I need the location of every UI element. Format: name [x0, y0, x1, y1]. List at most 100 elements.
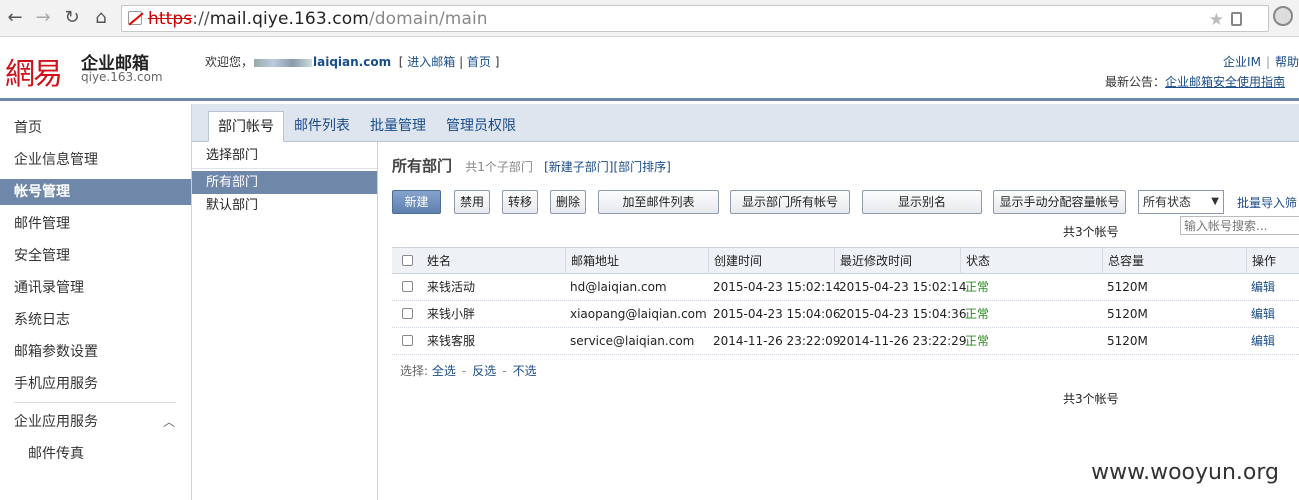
- bookmark-star-icon[interactable]: ★: [1209, 10, 1224, 30]
- edit-link[interactable]: 编辑: [1246, 328, 1275, 354]
- sidebar-item-logs[interactable]: 系统日志: [0, 307, 191, 333]
- account-search-input[interactable]: [1180, 216, 1299, 235]
- sidebar-item-home[interactable]: 首页: [0, 115, 191, 141]
- select-all-link[interactable]: 全选: [432, 364, 456, 378]
- cell-modified: 2015-04-23 15:04:36: [839, 307, 967, 321]
- insecure-lock-icon: [128, 11, 142, 25]
- help-link[interactable]: 帮助: [1275, 55, 1299, 69]
- sidebar-item-settings[interactable]: 邮箱参数设置: [0, 339, 191, 365]
- browser-toolbar: ← → ↻ ⌂ https://mail.qiye.163.com/domain…: [0, 0, 1299, 37]
- cell-email: service@laiqian.com: [570, 334, 695, 348]
- home-icon[interactable]: ⌂: [90, 7, 112, 29]
- announcement: 最新公告：企业邮箱安全使用指南: [1104, 75, 1285, 89]
- disable-button[interactable]: 禁用: [454, 190, 490, 214]
- move-button[interactable]: 转移: [502, 190, 538, 214]
- tab-admin-rights[interactable]: 管理员权限: [437, 111, 525, 142]
- tab-dept-accounts[interactable]: 部门帐号: [208, 111, 284, 142]
- watermark: www.wooyun.org: [1091, 460, 1279, 485]
- cell-capacity: 5120M: [1107, 307, 1148, 321]
- tab-batch[interactable]: 批量管理: [361, 111, 435, 142]
- selection-bar: 选择: 全选 - 反选 - 不选: [400, 364, 537, 378]
- column-email[interactable]: 邮箱地址: [565, 248, 708, 274]
- column-created[interactable]: 创建时间: [708, 248, 834, 274]
- row-checkbox[interactable]: [402, 308, 413, 319]
- edit-link[interactable]: 编辑: [1246, 274, 1275, 300]
- chevron-up-icon[interactable]: ︿: [163, 409, 175, 435]
- cell-created: 2015-04-23 15:04:06: [713, 307, 841, 321]
- select-none-link[interactable]: 不选: [513, 364, 537, 378]
- welcome-line: 欢迎您， laiqian.com [ 进入邮箱 | 首页 ]: [205, 55, 500, 69]
- sidebar: 首页 企业信息管理 帐号管理 邮件管理 安全管理 通讯录管理 系统日志 邮箱参数…: [0, 104, 192, 500]
- product-domain: qiye.163.com: [81, 70, 163, 84]
- department-panel: 选择部门 所有部门 默认部门: [192, 142, 378, 500]
- cell-modified: 2014-11-26 23:22:29: [839, 334, 967, 348]
- masked-username: [254, 58, 313, 67]
- column-name[interactable]: 姓名: [422, 248, 564, 274]
- sub-department-count: 共1个子部门: [465, 160, 533, 174]
- cell-name: 来钱客服: [427, 334, 476, 348]
- table-row: 来钱活动 hd@laiqian.com 2015-04-23 15:02:14 …: [392, 274, 1299, 301]
- tab-mail-lists[interactable]: 邮件列表: [285, 111, 359, 142]
- cell-status: 正常: [965, 280, 990, 294]
- row-checkbox[interactable]: [402, 281, 413, 292]
- sidebar-item-enterprise-apps[interactable]: 企业应用服务 ︿: [0, 409, 191, 435]
- app-header: 網易 企业邮箱 qiye.163.com 欢迎您， laiqian.com [ 进…: [0, 37, 1299, 101]
- column-status[interactable]: 状态: [960, 248, 1102, 274]
- department-header: 选择部门: [192, 142, 377, 169]
- enter-mailbox-link[interactable]: 进入邮箱: [407, 55, 455, 69]
- column-modified[interactable]: 最近修改时间: [834, 248, 960, 274]
- dept-item-all[interactable]: 所有部门: [192, 171, 377, 194]
- delete-button[interactable]: 删除: [550, 190, 586, 214]
- table-row: 来钱客服 service@laiqian.com 2014-11-26 23:2…: [392, 328, 1299, 355]
- cell-modified: 2015-04-23 15:02:14: [839, 280, 967, 294]
- address-bar[interactable]: https://mail.qiye.163.com/domain/main ★: [121, 5, 1269, 32]
- sidebar-item-accounts[interactable]: 帐号管理: [0, 179, 191, 205]
- row-checkbox[interactable]: [402, 335, 413, 346]
- sidebar-item-company-info[interactable]: 企业信息管理: [0, 147, 191, 173]
- url-text: https://mail.qiye.163.com/domain/main: [148, 9, 488, 29]
- show-manual-capacity-button[interactable]: 显示手动分配容量帐号: [993, 190, 1126, 214]
- netease-logo: 網易: [5, 57, 63, 92]
- sidebar-item-mobile[interactable]: 手机应用服务: [0, 371, 191, 397]
- back-icon[interactable]: ←: [4, 7, 26, 29]
- extension-icon[interactable]: [1231, 12, 1242, 26]
- show-dept-accounts-button[interactable]: 显示部门所有帐号: [730, 190, 850, 214]
- announcement-link[interactable]: 企业邮箱安全使用指南: [1165, 75, 1285, 89]
- invert-selection-link[interactable]: 反选: [472, 364, 496, 378]
- select-all-checkbox[interactable]: [402, 255, 413, 266]
- cell-status: 正常: [965, 334, 990, 348]
- new-account-button[interactable]: 新建: [392, 190, 441, 214]
- cell-capacity: 5120M: [1107, 334, 1148, 348]
- cell-status: 正常: [965, 307, 990, 321]
- reload-icon[interactable]: ↻: [61, 7, 83, 29]
- top-links: 企业IM | 帮助: [1223, 55, 1299, 69]
- add-to-mail-list-button[interactable]: 加至邮件列表: [598, 190, 719, 214]
- new-sub-department-link[interactable]: [新建子部门]: [544, 160, 613, 174]
- account-total-bottom: 共3个帐号: [1063, 392, 1119, 406]
- tab-bar: 部门帐号 邮件列表 批量管理 管理员权限: [192, 104, 1299, 142]
- sidebar-item-mail[interactable]: 邮件管理: [0, 211, 191, 237]
- cell-email: xiaopang@laiqian.com: [570, 307, 707, 321]
- cell-capacity: 5120M: [1107, 280, 1148, 294]
- batch-import-link[interactable]: 批量导入筛: [1237, 194, 1297, 211]
- table-row: 来钱小胖 xiaopang@laiqian.com 2015-04-23 15:…: [392, 301, 1299, 328]
- sidebar-item-contacts[interactable]: 通讯录管理: [0, 275, 191, 301]
- dept-item-default[interactable]: 默认部门: [192, 194, 377, 217]
- sidebar-item-fax[interactable]: 邮件传真: [0, 441, 191, 467]
- dropdown-arrow-icon: ▼: [1211, 196, 1219, 207]
- cell-created: 2015-04-23 15:02:14: [713, 280, 841, 294]
- edit-link[interactable]: 编辑: [1246, 301, 1275, 327]
- enterprise-im-link[interactable]: 企业IM: [1223, 55, 1261, 69]
- table-header: 姓名 邮箱地址 创建时间 最近修改时间 状态 总容量 操作: [392, 247, 1299, 274]
- forward-icon[interactable]: →: [32, 7, 54, 29]
- account-total-top: 共3个帐号: [1063, 225, 1119, 239]
- globe-icon[interactable]: [1273, 6, 1293, 26]
- column-capacity[interactable]: 总容量: [1102, 248, 1246, 274]
- sort-departments-link[interactable]: [部门排序]: [614, 160, 671, 174]
- sidebar-divider: [14, 402, 176, 403]
- show-alias-button[interactable]: 显示别名: [862, 190, 982, 214]
- main-content: 所有部门 共1个子部门 [新建子部门][部门排序] 新建 禁用 转移 删除 加至…: [378, 142, 1299, 500]
- home-link[interactable]: 首页: [467, 55, 491, 69]
- sidebar-item-security[interactable]: 安全管理: [0, 243, 191, 269]
- status-filter-select[interactable]: 所有状态 ▼: [1138, 190, 1224, 214]
